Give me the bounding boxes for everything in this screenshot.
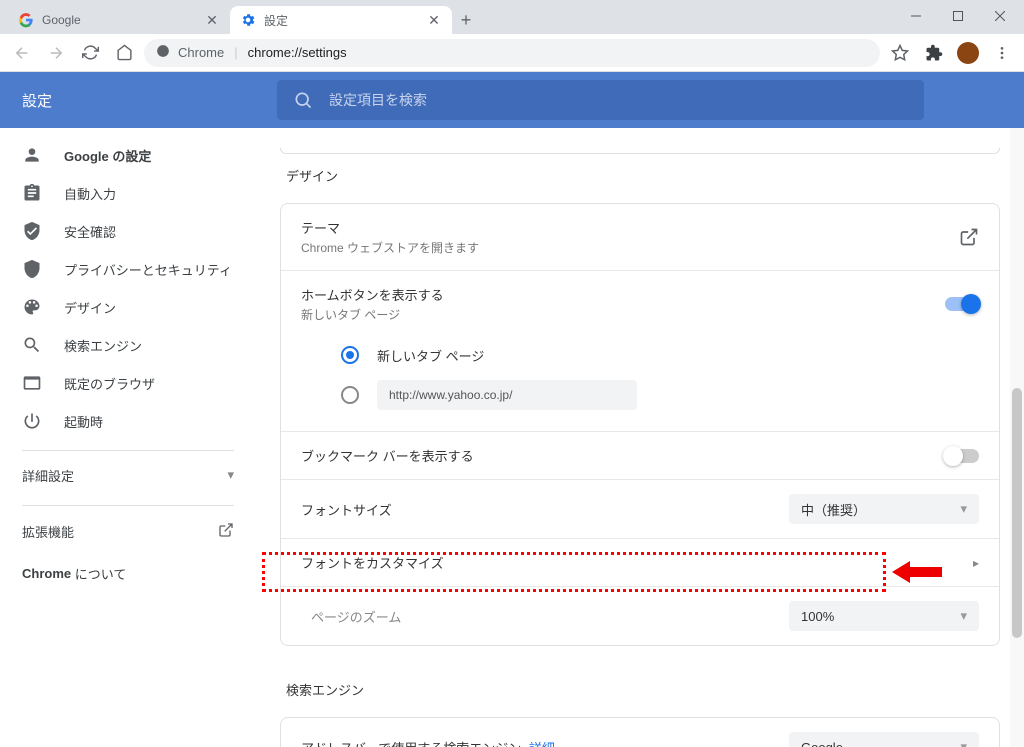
browser-tab-settings[interactable]: 設定 ✕ [230, 6, 452, 34]
url-prefix: Chrome [178, 45, 224, 60]
search-icon [22, 335, 42, 355]
sidebar-item-autofill[interactable]: 自動入力 [0, 174, 256, 212]
page-zoom-dropdown[interactable]: 100% ▾ [789, 601, 979, 631]
page-title: 設定 [0, 90, 277, 111]
tab-title: Google [42, 13, 196, 27]
sidebar-item-appearance[interactable]: デザイン [0, 288, 256, 326]
extensions-puzzle-button[interactable] [920, 39, 948, 67]
address-bar: Chrome | chrome://settings [0, 34, 1024, 72]
person-icon [22, 145, 42, 165]
settings-search-box[interactable] [277, 80, 924, 120]
settings-header: 設定 [0, 72, 1024, 128]
theme-row[interactable]: テーマ Chrome ウェブストアを開きます [281, 204, 999, 271]
url-path: chrome://settings [248, 45, 347, 60]
font-size-row: フォントサイズ 中（推奨） ▾ [281, 480, 999, 539]
window-minimize-button[interactable] [896, 2, 936, 30]
scrollbar-thumb[interactable] [1012, 388, 1022, 638]
scrollbar-track[interactable] [1010, 128, 1024, 747]
nav-home-button[interactable] [110, 39, 138, 67]
page-zoom-row: ページのズーム 100% ▾ [281, 587, 999, 645]
tab-strip: Google ✕ 設定 ✕ + [0, 0, 1024, 34]
chevron-right-icon: ▸ [973, 556, 979, 570]
gear-icon [240, 12, 256, 28]
chevron-down-icon: ▾ [960, 608, 967, 624]
radio-custom-url[interactable] [341, 386, 359, 404]
chevron-down-icon: ▾ [960, 501, 967, 517]
section-title-search: 検索エンジン [286, 680, 994, 699]
sidebar-item-safety[interactable]: 安全確認 [0, 212, 256, 250]
home-radio-group: 新しいタブ ページ [281, 327, 999, 432]
window-maximize-button[interactable] [938, 2, 978, 30]
home-button-toggle[interactable] [945, 297, 979, 311]
search-engine-dropdown[interactable]: Google ▾ [789, 732, 979, 747]
home-button-row: ホームボタンを表示する 新しいタブ ページ [281, 271, 999, 327]
search-engine-row: アドレスバーで使用する検索エンジン 詳細 Google ▾ [281, 718, 999, 747]
profile-avatar-button[interactable] [954, 39, 982, 67]
window-close-button[interactable] [980, 2, 1020, 30]
palette-icon [22, 297, 42, 317]
sidebar-item-google[interactable]: Google の設定 [0, 136, 256, 174]
settings-sidebar: Google の設定 自動入力 安全確認 プライバシーとセキュリティ デザイン … [0, 128, 256, 747]
search-engine-detail-link[interactable]: 詳細 [529, 741, 555, 747]
sidebar-advanced[interactable]: 詳細設定 ▾ [0, 455, 256, 495]
sidebar-item-search[interactable]: 検索エンジン [0, 326, 256, 364]
bookmark-bar-toggle[interactable] [945, 449, 979, 463]
menu-kebab-button[interactable] [988, 39, 1016, 67]
bookmark-bar-row: ブックマーク バーを表示する [281, 432, 999, 480]
radio-new-tab[interactable] [341, 346, 359, 364]
search-icon [293, 90, 313, 110]
clipboard-icon [22, 183, 42, 203]
chevron-down-icon: ▾ [960, 739, 967, 747]
font-size-dropdown[interactable]: 中（推奨） ▾ [789, 494, 979, 524]
browser-tab-google[interactable]: Google ✕ [8, 6, 230, 34]
tab-close-button[interactable]: ✕ [426, 12, 442, 28]
sidebar-item-startup[interactable]: 起動時 [0, 402, 256, 440]
red-arrow-annotation [892, 559, 942, 585]
tab-title: 設定 [264, 12, 418, 29]
launch-icon [959, 227, 979, 247]
nav-back-button[interactable] [8, 39, 36, 67]
settings-search-input[interactable] [329, 92, 908, 108]
tab-close-button[interactable]: ✕ [204, 12, 220, 28]
launch-icon [218, 522, 234, 541]
google-favicon-icon [18, 12, 34, 28]
power-icon [22, 411, 42, 431]
shield-check-icon [22, 221, 42, 241]
settings-main: デザイン テーマ Chrome ウェブストアを開きます ホームボタンを表示する … [256, 128, 1024, 747]
omnibox[interactable]: Chrome | chrome://settings [144, 39, 880, 67]
sidebar-item-privacy[interactable]: プライバシーとセキュリティ [0, 250, 256, 288]
browser-icon [22, 373, 42, 393]
search-engine-card: アドレスバーで使用する検索エンジン 詳細 Google ▾ 検索エンジンの管理 [280, 717, 1000, 747]
bookmark-star-button[interactable] [886, 39, 914, 67]
site-info-icon[interactable] [156, 44, 170, 61]
sidebar-item-default-browser[interactable]: 既定のブラウザ [0, 364, 256, 402]
sidebar-about-chrome[interactable]: Chrome について [0, 552, 256, 594]
shield-icon [22, 259, 42, 279]
nav-reload-button[interactable] [76, 39, 104, 67]
home-url-input[interactable] [377, 380, 637, 410]
new-tab-button[interactable]: + [452, 6, 480, 34]
section-title-appearance: デザイン [286, 166, 994, 185]
nav-forward-button[interactable] [42, 39, 70, 67]
chevron-down-icon: ▾ [227, 467, 234, 483]
sidebar-extensions[interactable]: 拡張機能 [0, 510, 256, 552]
